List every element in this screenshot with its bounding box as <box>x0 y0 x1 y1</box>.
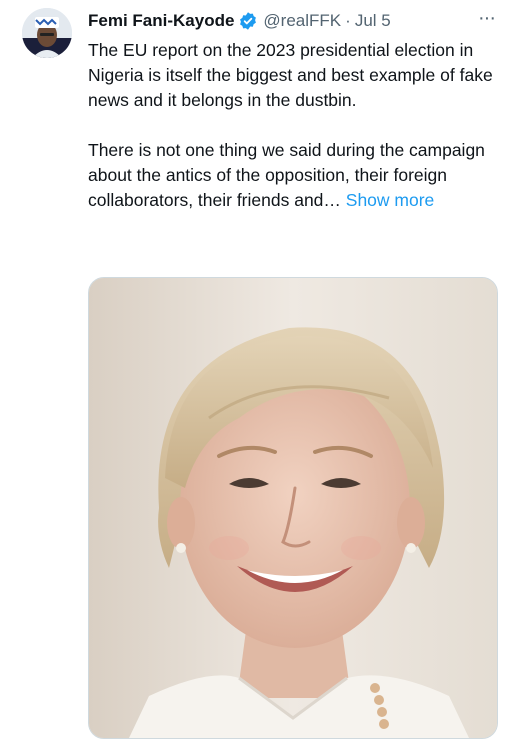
tweet-text: The EU report on the 2023 presidential e… <box>88 38 498 213</box>
avatar[interactable] <box>22 8 72 58</box>
portrait-photo <box>89 278 497 738</box>
avatar-image <box>22 8 72 58</box>
tweet-header: Femi Fani-Kayode @realFFK · Jul 5 ··· <box>88 8 496 34</box>
tweet-date[interactable]: Jul 5 <box>355 11 391 31</box>
header-separator: · <box>345 11 351 30</box>
tweet: Femi Fani-Kayode @realFFK · Jul 5 ··· Th… <box>0 0 515 739</box>
tweet-paragraph: There is not one thing we said during th… <box>88 138 498 213</box>
tweet-paragraph: The EU report on the 2023 presidential e… <box>88 40 493 110</box>
author-name[interactable]: Femi Fani-Kayode <box>88 11 234 31</box>
more-horizontal-icon[interactable]: ··· <box>478 8 496 28</box>
verified-badge-icon <box>238 11 258 31</box>
author-handle[interactable]: @realFFK <box>263 11 341 31</box>
show-more-link[interactable]: Show more <box>346 190 435 210</box>
tweet-media-image[interactable] <box>88 277 498 739</box>
